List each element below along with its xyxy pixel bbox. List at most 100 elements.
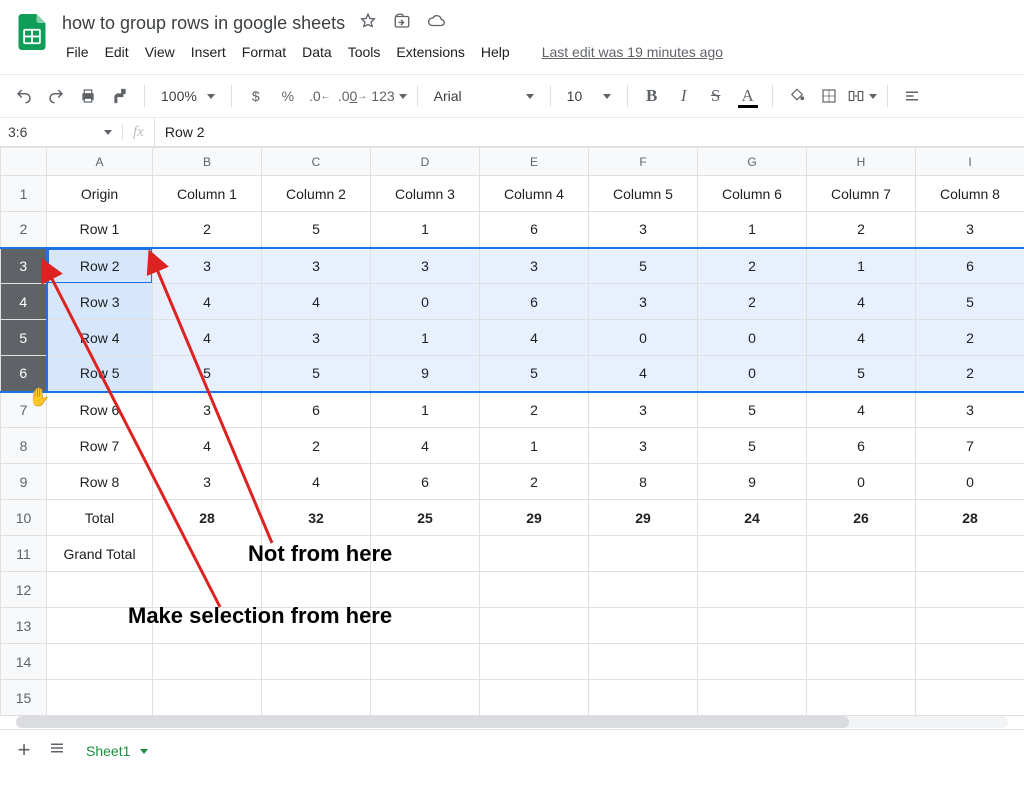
cell[interactable]: Column 2 bbox=[262, 176, 371, 212]
cell[interactable]: 6 bbox=[916, 248, 1024, 284]
more-formats-button[interactable]: 123 bbox=[371, 82, 406, 110]
cell[interactable]: 5 bbox=[153, 356, 262, 392]
cell[interactable] bbox=[589, 644, 698, 680]
menu-insert[interactable]: Insert bbox=[183, 40, 234, 64]
menu-format[interactable]: Format bbox=[234, 40, 294, 64]
cell[interactable]: 0 bbox=[698, 356, 807, 392]
cell[interactable]: 5 bbox=[262, 212, 371, 248]
cell[interactable]: Grand Total bbox=[47, 536, 153, 572]
cell[interactable]: 4 bbox=[807, 320, 916, 356]
cell[interactable] bbox=[916, 644, 1024, 680]
cell[interactable]: Column 8 bbox=[916, 176, 1024, 212]
row-header-10[interactable]: 10 bbox=[1, 500, 47, 536]
print-button[interactable] bbox=[74, 82, 102, 110]
increase-decimals-button[interactable]: .00→ bbox=[338, 82, 367, 110]
cell[interactable] bbox=[916, 536, 1024, 572]
cell[interactable] bbox=[480, 644, 589, 680]
cell[interactable] bbox=[262, 680, 371, 716]
row-header-11[interactable]: 11 bbox=[1, 536, 47, 572]
cell[interactable]: 4 bbox=[807, 284, 916, 320]
row-header-4[interactable]: 4 bbox=[1, 284, 47, 320]
add-sheet-button[interactable]: + bbox=[10, 737, 38, 763]
cell[interactable]: 6 bbox=[371, 464, 480, 500]
menu-view[interactable]: View bbox=[137, 40, 183, 64]
cell[interactable]: 5 bbox=[807, 356, 916, 392]
fill-color-button[interactable] bbox=[783, 82, 811, 110]
paint-format-button[interactable] bbox=[106, 82, 134, 110]
cell[interactable] bbox=[807, 680, 916, 716]
cell[interactable]: 5 bbox=[262, 356, 371, 392]
sheets-logo[interactable] bbox=[12, 12, 52, 52]
cell[interactable] bbox=[480, 680, 589, 716]
cell[interactable]: Origin bbox=[47, 176, 153, 212]
cell[interactable]: 1 bbox=[371, 212, 480, 248]
cell[interactable] bbox=[589, 680, 698, 716]
name-box[interactable]: 3:6 bbox=[0, 124, 123, 140]
cell[interactable] bbox=[262, 644, 371, 680]
spreadsheet-grid[interactable]: ABCDEFGHI 1OriginColumn 1Column 2Column … bbox=[0, 147, 1024, 716]
cell[interactable]: 4 bbox=[153, 428, 262, 464]
cell[interactable]: 1 bbox=[371, 392, 480, 428]
cell[interactable]: 3 bbox=[153, 464, 262, 500]
cell[interactable]: 25 bbox=[371, 500, 480, 536]
cell[interactable]: 2 bbox=[916, 356, 1024, 392]
cell[interactable] bbox=[153, 644, 262, 680]
cell[interactable] bbox=[153, 536, 262, 572]
row-header-2[interactable]: 2 bbox=[1, 212, 47, 248]
column-header-B[interactable]: B bbox=[153, 148, 262, 176]
cell[interactable]: 1 bbox=[698, 212, 807, 248]
bold-button[interactable]: B bbox=[638, 82, 666, 110]
cell[interactable] bbox=[153, 680, 262, 716]
cell[interactable]: 26 bbox=[807, 500, 916, 536]
font-size-dropdown[interactable]: 10 bbox=[561, 83, 617, 109]
menu-edit[interactable]: Edit bbox=[97, 40, 137, 64]
cell[interactable] bbox=[916, 680, 1024, 716]
currency-button[interactable]: $ bbox=[242, 82, 270, 110]
cell[interactable]: Row 6 bbox=[47, 392, 153, 428]
cell[interactable] bbox=[698, 644, 807, 680]
cell[interactable] bbox=[698, 572, 807, 608]
cell[interactable]: 1 bbox=[807, 248, 916, 284]
cell[interactable]: Row 3 bbox=[47, 284, 153, 320]
cell[interactable]: 24 bbox=[698, 500, 807, 536]
merge-cells-button[interactable] bbox=[847, 82, 877, 110]
percent-button[interactable]: % bbox=[274, 82, 302, 110]
cell[interactable]: Column 7 bbox=[807, 176, 916, 212]
row-header-9[interactable]: 9 bbox=[1, 464, 47, 500]
cell[interactable]: 3 bbox=[589, 212, 698, 248]
document-title[interactable]: how to group rows in google sheets bbox=[58, 11, 349, 36]
cell[interactable] bbox=[698, 608, 807, 644]
column-header-A[interactable]: A bbox=[47, 148, 153, 176]
cell[interactable]: Total bbox=[47, 500, 153, 536]
cell[interactable] bbox=[480, 572, 589, 608]
cell[interactable]: 29 bbox=[480, 500, 589, 536]
cell[interactable]: 3 bbox=[589, 428, 698, 464]
cell[interactable]: 29 bbox=[589, 500, 698, 536]
cell[interactable] bbox=[807, 608, 916, 644]
select-all-corner[interactable] bbox=[1, 148, 47, 176]
cell[interactable]: 0 bbox=[807, 464, 916, 500]
cell[interactable]: 2 bbox=[480, 392, 589, 428]
cell[interactable]: Row 1 bbox=[47, 212, 153, 248]
cell[interactable]: 28 bbox=[153, 500, 262, 536]
last-edit-link[interactable]: Last edit was 19 minutes ago bbox=[542, 44, 723, 60]
cell[interactable] bbox=[589, 608, 698, 644]
menu-data[interactable]: Data bbox=[294, 40, 340, 64]
h-align-button[interactable] bbox=[898, 82, 926, 110]
undo-button[interactable] bbox=[10, 82, 38, 110]
cell[interactable] bbox=[47, 680, 153, 716]
cell[interactable]: 4 bbox=[262, 284, 371, 320]
redo-button[interactable] bbox=[42, 82, 70, 110]
cell[interactable] bbox=[47, 644, 153, 680]
cell[interactable]: 3 bbox=[480, 248, 589, 284]
cell[interactable]: 6 bbox=[807, 428, 916, 464]
cell[interactable]: 3 bbox=[371, 248, 480, 284]
move-icon[interactable] bbox=[393, 12, 411, 35]
cell[interactable]: 0 bbox=[371, 284, 480, 320]
cell[interactable]: 2 bbox=[698, 248, 807, 284]
horizontal-scrollbar[interactable] bbox=[16, 716, 1008, 728]
cell[interactable] bbox=[698, 680, 807, 716]
cell[interactable]: Column 3 bbox=[371, 176, 480, 212]
cell[interactable]: 2 bbox=[262, 428, 371, 464]
cell[interactable]: Row 5 bbox=[47, 356, 153, 392]
